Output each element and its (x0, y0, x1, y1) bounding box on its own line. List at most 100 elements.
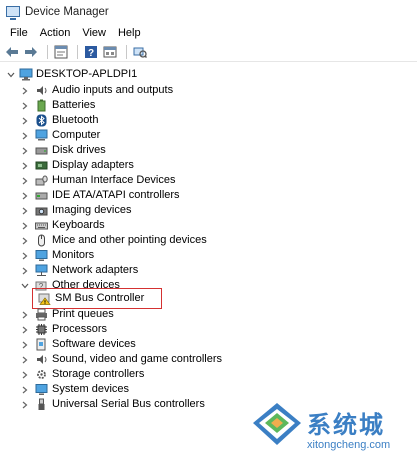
tree-root[interactable]: DESKTOP-APLDPI1 (6, 67, 137, 82)
mouse-icon (35, 234, 48, 247)
processor-icon (35, 323, 48, 336)
tree-item-label: System devices (52, 383, 130, 395)
chevron-right-icon[interactable] (20, 98, 30, 113)
chevron-right-icon[interactable] (20, 367, 30, 382)
menu-action[interactable]: Action (34, 27, 77, 39)
tree-item-audio[interactable]: Audio inputs and outputs (20, 83, 173, 98)
system-icon (35, 383, 48, 396)
chevron-right-icon[interactable] (20, 263, 30, 278)
software-device-icon (35, 338, 48, 351)
speaker-icon (35, 84, 48, 97)
menu-view[interactable]: View (76, 27, 112, 39)
bluetooth-icon (35, 114, 48, 127)
properties-icon[interactable] (53, 44, 69, 60)
camera-icon (35, 204, 48, 217)
tree-item-network[interactable]: Network adapters (20, 263, 138, 278)
tree-item-software-devices[interactable]: Software devices (20, 337, 136, 352)
tree-item-storage[interactable]: Storage controllers (20, 367, 144, 382)
chevron-down-icon[interactable] (20, 278, 30, 293)
chevron-right-icon[interactable] (20, 382, 30, 397)
tree-item-label: Software devices (52, 338, 136, 350)
watermark: 系统城 xitongcheng.com (251, 399, 411, 459)
chevron-right-icon[interactable] (20, 322, 30, 337)
chevron-right-icon[interactable] (20, 218, 30, 233)
window-title: Device Manager (25, 5, 109, 18)
tree-item-label: Print queues (52, 308, 114, 320)
menu-file[interactable]: File (4, 27, 34, 39)
forward-icon[interactable] (23, 44, 39, 60)
hid-icon (35, 174, 48, 187)
chevron-right-icon[interactable] (20, 158, 30, 173)
tree-item-label: Universal Serial Bus controllers (52, 398, 205, 410)
chevron-right-icon[interactable] (20, 188, 30, 203)
menu-bar: File Action View Help (0, 23, 417, 42)
scan-hardware-icon[interactable] (132, 44, 148, 60)
tree-item-mice[interactable]: Mice and other pointing devices (20, 233, 207, 248)
toolbar-separator (77, 44, 78, 59)
tree-item-label: Bluetooth (52, 114, 99, 126)
chevron-right-icon[interactable] (20, 233, 30, 248)
title-bar: Device Manager (0, 0, 417, 23)
chevron-right-icon[interactable] (20, 83, 30, 98)
chevron-right-icon[interactable] (20, 143, 30, 158)
chevron-right-icon[interactable] (20, 337, 30, 352)
menu-help[interactable]: Help (112, 27, 147, 39)
usb-icon (35, 398, 48, 411)
chevron-right-icon[interactable] (20, 113, 30, 128)
disk-icon (35, 144, 48, 157)
toolbar: ? (0, 42, 417, 62)
tree-item-disk-drives[interactable]: Disk drives (20, 143, 106, 158)
tree-item-computer[interactable]: Computer (20, 128, 100, 143)
ide-icon (35, 189, 48, 202)
tree-item-label: Batteries (52, 99, 96, 111)
chevron-right-icon[interactable] (20, 397, 30, 412)
chevron-right-icon[interactable] (20, 352, 30, 367)
tree-item-system-devices[interactable]: System devices (20, 382, 129, 397)
tree-item-sm-bus-controller[interactable]: SM Bus Controller (38, 291, 144, 306)
tree-item-label: Sound, video and game controllers (52, 353, 222, 365)
tree-item-label: Keyboards (52, 219, 105, 231)
tree-item-label: Human Interface Devices (52, 174, 176, 186)
tree-item-label: Disk drives (52, 144, 106, 156)
warning-device-icon (38, 292, 51, 305)
tree-item-label: Monitors (52, 249, 95, 261)
tree-item-label: Mice and other pointing devices (52, 234, 207, 246)
tree-item-sound-video[interactable]: Sound, video and game controllers (20, 352, 222, 367)
tree-item-print-queues[interactable]: Print queues (20, 307, 114, 322)
watermark-url: xitongcheng.com (307, 439, 391, 451)
svg-text:?: ? (88, 48, 94, 59)
tree-item-label: Processors (52, 323, 108, 335)
tree-item-ide[interactable]: IDE ATA/ATAPI controllers (20, 188, 180, 203)
battery-icon (35, 99, 48, 112)
tree-item-bluetooth[interactable]: Bluetooth (20, 113, 98, 128)
help-icon[interactable]: ? (83, 44, 99, 60)
tree-item-hid[interactable]: Human Interface Devices (20, 173, 176, 188)
tree-item-processors[interactable]: Processors (20, 322, 107, 337)
show-hidden-icon[interactable] (102, 44, 118, 60)
tree-item-monitors[interactable]: Monitors (20, 248, 94, 263)
chevron-right-icon[interactable] (20, 307, 30, 322)
watermark-logo (253, 403, 301, 445)
tree-item-label: Storage controllers (52, 368, 145, 380)
display-adapter-icon (35, 159, 48, 172)
tree-item-label: IDE ATA/ATAPI controllers (52, 189, 180, 201)
chevron-right-icon[interactable] (20, 173, 30, 188)
tree-item-label: Display adapters (52, 159, 134, 171)
chevron-right-icon[interactable] (20, 203, 30, 218)
chevron-right-icon[interactable] (20, 128, 30, 143)
sound-icon (35, 353, 48, 366)
tree-item-imaging[interactable]: Imaging devices (20, 203, 132, 218)
toolbar-separator (126, 44, 127, 59)
back-icon[interactable] (4, 44, 20, 60)
tree-item-batteries[interactable]: Batteries (20, 98, 95, 113)
tree-item-display-adapters[interactable]: Display adapters (20, 158, 134, 173)
tree-item-label: Audio inputs and outputs (52, 84, 174, 96)
tree-item-keyboards[interactable]: Keyboards (20, 218, 105, 233)
tree-item-usb[interactable]: Universal Serial Bus controllers (20, 397, 205, 412)
chevron-right-icon[interactable] (20, 248, 30, 263)
tree-item-label: SM Bus Controller (55, 292, 145, 304)
root-label: DESKTOP-APLDPI1 (36, 68, 138, 80)
tree-item-label: Imaging devices (52, 204, 132, 216)
chevron-down-icon[interactable] (6, 67, 16, 82)
printer-icon (35, 308, 48, 321)
